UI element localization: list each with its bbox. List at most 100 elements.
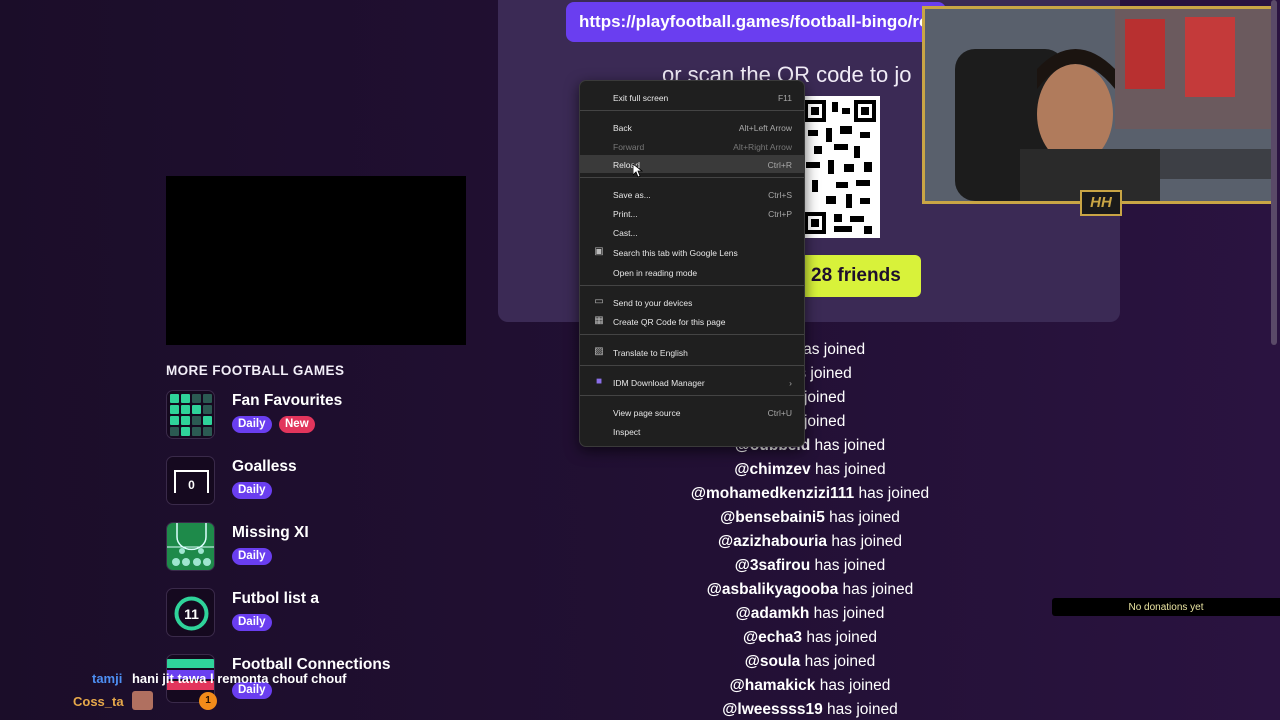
menu-item-view-source[interactable]: View page source Ctrl+U — [580, 403, 804, 421]
joined-suffix: has joined — [831, 533, 902, 550]
menu-item-save-as[interactable]: Save as... Ctrl+S — [580, 185, 804, 203]
translate-icon: ▨ — [594, 346, 604, 357]
goal-zero-icon: 0 — [166, 456, 215, 505]
grid-icon — [166, 390, 215, 439]
qr-code-image — [804, 100, 876, 234]
joined-username: @mohamedkenzizi111 — [690, 485, 855, 502]
menu-item-inspect[interactable]: Inspect — [580, 422, 804, 440]
joined-username: @chimzev — [734, 461, 811, 478]
game-item[interactable]: Fan Favourites Daily New — [166, 390, 466, 440]
menu-divider — [580, 285, 804, 286]
pitch-icon — [166, 522, 215, 571]
daily-badge: Daily — [232, 416, 272, 433]
joined-row: @bensebaini5 has joined — [560, 509, 1060, 527]
chat-message: tamji hani jit tawa l remonta chouf chou… — [92, 671, 346, 686]
menu-item-cast[interactable]: Cast... — [580, 223, 804, 241]
section-title: MORE FOOTBALL GAMES — [166, 363, 345, 378]
joined-row: @echa3 has joined — [560, 629, 1060, 647]
joined-username: @bensebaini5 — [720, 509, 825, 526]
idm-icon: ■ — [595, 376, 603, 387]
menu-divider — [580, 365, 804, 366]
joined-suffix: has joined — [858, 485, 930, 502]
joined-row: @mohamedkenzizi111 has joined — [560, 485, 1060, 503]
joined-suffix: has joined — [814, 461, 886, 478]
joined-suffix: has joined — [806, 629, 878, 646]
channel-logo: HH — [1080, 190, 1122, 216]
menu-item-reading-mode[interactable]: Open in reading mode — [580, 263, 804, 281]
eleven-icon: 11 — [166, 588, 215, 637]
game-name: Missing XI — [232, 524, 309, 541]
daily-badge: Daily — [232, 482, 272, 499]
joined-suffix: has joined — [829, 509, 900, 526]
qr-code — [800, 96, 880, 238]
menu-item-google-lens[interactable]: ▣ Search this tab with Google Lens — [580, 243, 804, 261]
joined-suffix: has joined — [827, 701, 898, 718]
joined-row: @3safirou has joined — [560, 557, 1060, 575]
joined-suffix: has joined — [819, 677, 891, 694]
menu-item-reload[interactable]: Reload Ctrl+R — [580, 155, 804, 173]
webcam-overlay — [922, 6, 1276, 204]
game-item[interactable]: 0 Goalless Daily — [166, 456, 466, 506]
chat-message: Coss_ta — [73, 694, 124, 709]
game-item[interactable]: Missing XI Daily — [166, 522, 466, 572]
menu-item-forward: Forward Alt+Right Arrow — [613, 142, 792, 152]
joined-row: @hamakick has joined — [560, 677, 1060, 695]
menu-item-print[interactable]: Print... Ctrl+P — [580, 204, 804, 222]
joined-suffix: has joined — [814, 557, 886, 574]
joined-username: @azizhabouria — [718, 533, 827, 550]
friends-button[interactable]: 28 friends — [804, 255, 921, 297]
joined-row: @adamkh has joined — [560, 605, 1060, 623]
joined-suffix: has joined — [794, 341, 866, 358]
joined-row: @soula has joined — [560, 653, 1060, 671]
devices-icon: ▭ — [594, 296, 604, 307]
svg-text:0: 0 — [188, 478, 195, 492]
menu-divider — [580, 395, 804, 396]
context-menu: Exit full screen F11 Back Alt+Left Arrow F… — [579, 80, 805, 447]
chat-text: hani jit tawa l remonta chouf chouf — [131, 671, 347, 686]
joined-username: @asbalikyagooba — [706, 581, 839, 598]
donations-widget: No donations yet — [1052, 598, 1280, 616]
joined-row: @lweessss19 has joined — [560, 701, 1060, 719]
chat-username: Coss_ta — [73, 694, 124, 709]
menu-item-idm[interactable]: ■ IDM Download Manager › — [580, 373, 804, 391]
joined-username: @3safirou — [734, 557, 811, 574]
joined-username: @hamakick — [729, 677, 816, 694]
qr-icon: ▦ — [594, 315, 604, 326]
scrollbar[interactable] — [1271, 0, 1277, 345]
joined-row: @chimzev has joined — [560, 461, 1060, 479]
menu-item-translate[interactable]: ▨ Translate to English — [580, 343, 804, 361]
join-url[interactable]: https://playfootball.games/football-bing… — [566, 2, 946, 42]
video-player[interactable] — [166, 176, 466, 345]
joined-username: @adamkh — [735, 605, 810, 622]
lens-icon: ▣ — [594, 246, 604, 257]
notification-badge: 1 — [199, 692, 217, 710]
joined-suffix: has joined — [804, 653, 876, 670]
game-name: Goalless — [232, 458, 297, 475]
menu-divider — [580, 177, 804, 178]
joined-username: @echa3 — [742, 629, 803, 646]
menu-divider — [580, 110, 804, 111]
menu-item-send-devices[interactable]: ▭ Send to your devices — [580, 293, 804, 311]
menu-item-exit-full-screen[interactable]: Exit full screen F11 — [580, 88, 804, 106]
mouse-cursor-icon — [633, 164, 643, 178]
joined-suffix: has joined — [814, 437, 886, 454]
game-name: Futbol list a — [232, 590, 319, 607]
joined-suffix: has joined — [813, 605, 885, 622]
svg-text:11: 11 — [184, 606, 199, 622]
chevron-right-icon: › — [789, 378, 792, 388]
chat-emote-icon — [132, 691, 153, 710]
joined-username: @soula — [744, 653, 801, 670]
joined-row: @asbalikyagooba has joined — [560, 581, 1060, 599]
menu-item-back[interactable]: Back Alt+Left Arrow — [580, 118, 804, 136]
game-item[interactable]: 11 Futbol list a Daily — [166, 588, 466, 638]
chat-username: tamji — [92, 671, 123, 686]
daily-badge: Daily — [232, 548, 272, 565]
menu-item-qr-code[interactable]: ▦ Create QR Code for this page — [580, 312, 804, 330]
joined-suffix: has joined — [842, 581, 914, 598]
menu-divider — [580, 334, 804, 335]
game-name: Fan Favourites — [232, 392, 343, 409]
new-badge: New — [279, 416, 315, 433]
joined-row: @azizhabouria has joined — [560, 533, 1060, 551]
joined-username: @lweessss19 — [722, 701, 823, 718]
daily-badge: Daily — [232, 614, 272, 631]
